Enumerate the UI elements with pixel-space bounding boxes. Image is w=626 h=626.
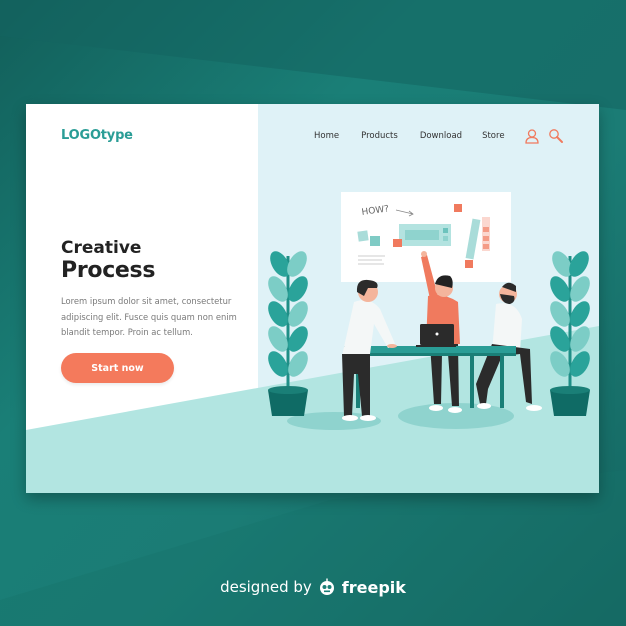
logo[interactable]: LOGOtype (61, 128, 133, 143)
team-meeting-illustration: HOW? (268, 192, 590, 430)
header-icons (524, 128, 564, 144)
hero-title-line2: Process (61, 258, 156, 283)
footer-credit: designed by freepik (0, 577, 626, 597)
footer-brand[interactable]: freepik (342, 578, 406, 597)
nav-store[interactable]: Store (482, 131, 504, 141)
hero-title: Creative Process (61, 238, 155, 284)
nav-download[interactable]: Download (420, 131, 462, 141)
user-icon[interactable] (524, 128, 540, 144)
plant-right (550, 251, 590, 416)
nav-home[interactable]: Home (314, 131, 339, 141)
start-now-button[interactable]: Start now (61, 353, 174, 383)
hero-description: Lorem ipsum dolor sit amet, consectetur … (61, 296, 237, 337)
main-nav: Home Products Download Store (314, 131, 505, 141)
search-icon[interactable] (548, 128, 564, 144)
landing-page-card: LOGOtype Home Products Download Store Cr… (26, 104, 599, 493)
nav-products[interactable]: Products (361, 131, 398, 141)
freepik-logo-icon (319, 578, 334, 595)
footer-prefix: designed by (220, 578, 312, 596)
hero-title-line1: Creative (61, 238, 142, 258)
plant-left (268, 251, 308, 416)
laptop (416, 324, 456, 347)
